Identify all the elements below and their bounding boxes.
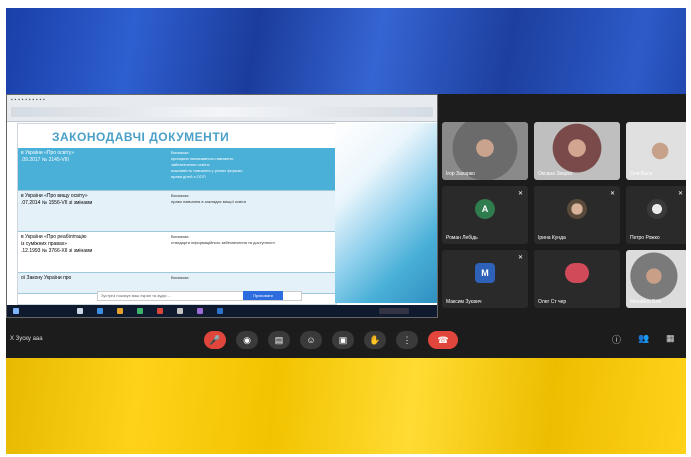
taskbar-app-icon[interactable] xyxy=(97,308,103,314)
windows-taskbar xyxy=(7,305,437,317)
camera-button[interactable]: ◉ xyxy=(236,331,258,349)
info-icon[interactable]: ⓘ xyxy=(612,333,621,346)
slide: ЗАКОНОДАВЧІ ДОКУМЕНТИ в України «Про осв… xyxy=(17,123,337,305)
participant-tile[interactable]: Оля Вася xyxy=(626,122,686,180)
taskbar-app-icon[interactable] xyxy=(177,308,183,314)
more-options-button[interactable]: ⋮ xyxy=(396,331,418,349)
table-row: в України «Про освіту» .09.2017 № 2145-V… xyxy=(18,148,336,191)
participant-tile[interactable]: M ✕ Максим Зуєвич xyxy=(442,250,528,308)
ribbon-tabs: ▪ ▪ ▪ ▪ ▪ ▪ ▪ ▪ ▪ ▪ xyxy=(11,97,46,103)
chat-icon[interactable]: ▦ xyxy=(666,333,675,344)
participant-name: Ігор Захарко xyxy=(446,171,475,177)
participant-avatar xyxy=(647,199,667,220)
participant-tile[interactable]: A ✕ Роман Лебідь xyxy=(442,186,528,244)
video-call-window: ▪ ▪ ▪ ▪ ▪ ▪ ▪ ▪ ▪ ▪ ЗАКОНОДАВЧІ ДОКУМЕНТ… xyxy=(6,94,686,358)
table-row: в України «Про реабілітацію із суміжних … xyxy=(18,232,336,273)
participant-tile[interactable]: ✕ Ірина Кунда xyxy=(534,186,620,244)
start-icon[interactable] xyxy=(13,308,19,314)
slide-decoration xyxy=(335,123,437,303)
taskbar-app-icon[interactable] xyxy=(157,308,163,314)
mic-muted-icon: ✕ xyxy=(609,191,615,197)
taskbar-app-icon[interactable] xyxy=(77,308,83,314)
row-law: в України «Про реабілітацію із суміжних … xyxy=(21,234,93,254)
participant-tile[interactable]: Михайло Бла xyxy=(626,250,686,308)
table-row: в України «Про вищу освіту» .07.2014 № 1… xyxy=(18,191,336,232)
participant-name: Петро Рожко xyxy=(630,235,660,241)
taskbar-app-icon[interactable] xyxy=(137,308,143,314)
row-description: Визначає: принципи інклюзивного навчання… xyxy=(171,150,244,179)
share-screen-button[interactable]: ▤ xyxy=(268,331,290,349)
participant-tile[interactable]: Олег Ст чер xyxy=(534,250,620,308)
participant-avatar: A xyxy=(475,199,495,220)
participant-name: Ірина Кунда xyxy=(538,235,566,241)
row-law: в України «Про вищу освіту» .07.2014 № 1… xyxy=(21,193,93,206)
participant-name: Михайло Бла xyxy=(630,299,662,305)
hide-notification-button[interactable]: Приховати xyxy=(243,291,283,300)
clock-icon xyxy=(379,308,409,314)
row-description: Визначає: стандарти інформаційного забез… xyxy=(171,234,275,245)
slide-title: ЗАКОНОДАВЧІ ДОКУМЕНТИ xyxy=(52,130,230,144)
captions-button[interactable]: ▣ xyxy=(332,331,354,349)
slide-table: в України «Про освіту» .09.2017 № 2145-V… xyxy=(18,148,336,294)
mic-muted-icon: ✕ xyxy=(517,191,523,197)
row-law: ої Закону України про xyxy=(21,275,72,281)
participant-avatar: M xyxy=(475,263,495,284)
taskbar-app-icon[interactable] xyxy=(217,308,223,314)
meeting-id: Х Зуску ааа xyxy=(10,336,43,342)
powerpoint-toolbar: ▪ ▪ ▪ ▪ ▪ ▪ ▪ ▪ ▪ ▪ xyxy=(7,95,437,122)
row-law: в України «Про освіту» .09.2017 № 2145-V… xyxy=(21,150,75,163)
row-description: Визначає: xyxy=(171,275,190,280)
meeting-controls-bar: Х Зуску ааа 🎤 ◉ ▤ ☺ ▣ ✋ ⋮ ☎ ⓘ 👥 ▦ xyxy=(6,324,686,358)
leave-call-button[interactable]: ☎ xyxy=(428,331,458,349)
participant-tile[interactable]: ✕ Петро Рожко xyxy=(626,186,686,244)
participant-name: Оксана Зварко xyxy=(538,171,573,177)
participant-avatar xyxy=(565,263,589,284)
shared-screen: ▪ ▪ ▪ ▪ ▪ ▪ ▪ ▪ ▪ ▪ ЗАКОНОДАВЧІ ДОКУМЕНТ… xyxy=(6,94,438,318)
mic-muted-icon: ✕ xyxy=(677,191,683,197)
people-icon[interactable]: 👥 xyxy=(638,333,649,344)
ukraine-flag-background: ▪ ▪ ▪ ▪ ▪ ▪ ▪ ▪ ▪ ▪ ЗАКОНОДАВЧІ ДОКУМЕНТ… xyxy=(6,8,686,454)
taskbar-app-icon[interactable] xyxy=(197,308,203,314)
mic-off-button[interactable]: 🎤 xyxy=(204,331,226,349)
participant-name: Максим Зуєвич xyxy=(446,299,482,305)
participant-name: Оля Вася xyxy=(630,171,653,177)
taskbar-app-icon[interactable] xyxy=(117,308,123,314)
reactions-button[interactable]: ☺ xyxy=(300,331,322,349)
raise-hand-button[interactable]: ✋ xyxy=(364,331,386,349)
row-description: Визначає: право навчання в закладах вищо… xyxy=(171,193,247,204)
ribbon xyxy=(11,107,433,117)
participant-name: Олег Ст чер xyxy=(538,299,567,305)
participant-tile[interactable]: Оксана Зварко xyxy=(534,122,620,180)
participant-name: Роман Лебідь xyxy=(446,235,478,241)
participant-tile[interactable]: Ігор Захарко xyxy=(442,122,528,180)
participant-avatar xyxy=(567,199,587,220)
mic-muted-icon: ✕ xyxy=(517,255,523,261)
